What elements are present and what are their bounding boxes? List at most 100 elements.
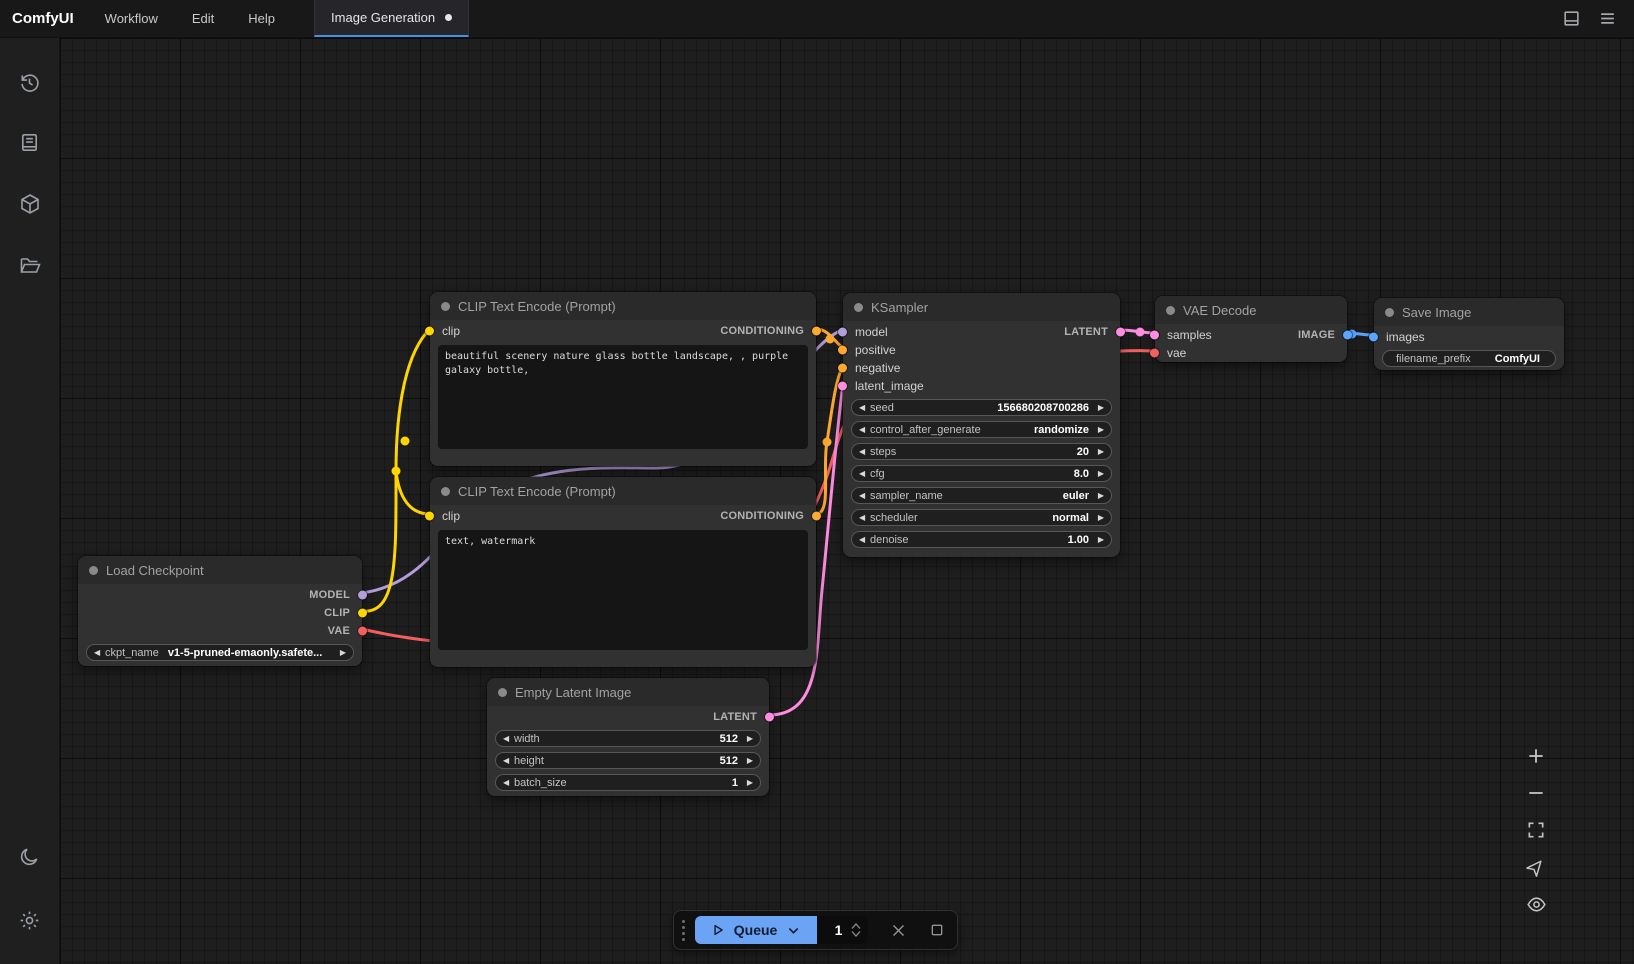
port-conditioning-output[interactable]	[812, 327, 821, 336]
port-image-output[interactable]	[1343, 331, 1352, 340]
slot-row: clip CONDITIONING	[430, 507, 816, 525]
decrement-arrow-icon[interactable]: ◀	[503, 757, 514, 765]
menu-workflow[interactable]: Workflow	[88, 0, 175, 37]
input-label: positive	[855, 343, 896, 357]
port-positive-input[interactable]	[838, 346, 847, 355]
decrement-arrow-icon[interactable]: ◀	[859, 404, 870, 412]
widget-height[interactable]: ◀ height 512 ▶	[495, 752, 761, 769]
decrement-arrow-icon[interactable]: ◀	[859, 448, 870, 456]
slot-row: samples IMAGE	[1155, 326, 1347, 344]
increment-arrow-icon[interactable]: ▶	[742, 779, 753, 787]
slot-row: LATENT	[487, 708, 769, 726]
node-clip-text-encode-positive: CLIP Text Encode (Prompt) clip CONDITION…	[430, 292, 816, 466]
menu-edit[interactable]: Edit	[175, 0, 231, 37]
stop-square-icon[interactable]	[929, 922, 945, 938]
workflows-folder-icon[interactable]	[0, 240, 60, 292]
queue-history-icon[interactable]	[0, 56, 60, 108]
stepper-up-icon[interactable]	[850, 922, 862, 930]
increment-arrow-icon[interactable]: ▶	[1093, 404, 1104, 412]
clear-queue-x-icon[interactable]	[890, 922, 907, 939]
node-title: Empty Latent Image	[515, 685, 631, 700]
node-vae-decode: VAE Decode samples IMAGE vae	[1155, 296, 1347, 362]
port-clip-input[interactable]	[425, 512, 434, 521]
settings-gear-icon[interactable]	[0, 894, 60, 946]
widget-control-after-generate[interactable]: ◀ control_after_generate randomize ▶	[851, 421, 1112, 438]
widget-batch-size[interactable]: ◀ batch_size 1 ▶	[495, 774, 761, 791]
node-library-icon[interactable]	[0, 116, 60, 168]
pan-navigation-icon[interactable]	[1524, 855, 1548, 879]
menu-help[interactable]: Help	[231, 0, 292, 37]
increment-arrow-icon[interactable]: ▶	[742, 735, 753, 743]
port-vae-input[interactable]	[1150, 349, 1159, 358]
stepper-down-icon[interactable]	[850, 930, 862, 938]
widget-steps[interactable]: ◀ steps 20 ▶	[851, 443, 1112, 460]
theme-toggle-moon-icon[interactable]	[0, 830, 60, 882]
node-title: Load Checkpoint	[106, 563, 204, 578]
widget-cfg[interactable]: ◀ cfg 8.0 ▶	[851, 465, 1112, 482]
widget-scheduler[interactable]: ◀ scheduler normal ▶	[851, 509, 1112, 526]
bottom-panel-toggle-icon[interactable]	[1558, 6, 1584, 32]
widget-value: 8.0	[1074, 468, 1089, 480]
decrement-arrow-icon[interactable]: ◀	[859, 470, 870, 478]
increment-arrow-icon[interactable]: ▶	[1093, 492, 1104, 500]
port-latent-image-input[interactable]	[838, 382, 847, 391]
increment-arrow-icon[interactable]: ▶	[1093, 448, 1104, 456]
decrement-arrow-icon[interactable]: ◀	[859, 426, 870, 434]
menubar: ComfyUI Workflow Edit Help Image Generat…	[0, 0, 1634, 38]
port-latent-output[interactable]	[1116, 328, 1125, 337]
node-header[interactable]: Load Checkpoint	[78, 556, 362, 584]
fit-view-icon[interactable]	[1524, 818, 1548, 842]
widget-width[interactable]: ◀ width 512 ▶	[495, 730, 761, 747]
node-header[interactable]: Save Image	[1374, 298, 1564, 326]
node-header[interactable]: CLIP Text Encode (Prompt)	[430, 292, 816, 320]
port-latent-output[interactable]	[765, 713, 774, 722]
zoom-out-icon[interactable]	[1524, 781, 1548, 805]
output-label: LATENT	[1064, 326, 1108, 338]
decrement-arrow-icon[interactable]: ◀	[503, 735, 514, 743]
widget-seed[interactable]: ◀ seed 156680208700286 ▶	[851, 399, 1112, 416]
decrement-arrow-icon[interactable]: ◀	[503, 779, 514, 787]
increment-arrow-icon[interactable]: ▶	[1093, 470, 1104, 478]
node-header[interactable]: VAE Decode	[1155, 296, 1347, 324]
hamburger-menu-icon[interactable]	[1594, 6, 1620, 32]
increment-arrow-icon[interactable]: ▶	[1093, 514, 1104, 522]
port-clip-input[interactable]	[425, 327, 434, 336]
tab-image-generation[interactable]: Image Generation	[314, 0, 469, 37]
widget-filename-prefix[interactable]: filename_prefix ComfyUI	[1382, 350, 1556, 367]
widget-value: 1.00	[1068, 534, 1089, 546]
port-model-output[interactable]	[358, 591, 367, 600]
port-samples-input[interactable]	[1150, 331, 1159, 340]
zoom-in-icon[interactable]	[1524, 744, 1548, 768]
port-conditioning-output[interactable]	[812, 512, 821, 521]
decrement-arrow-icon[interactable]: ◀	[94, 649, 105, 657]
decrement-arrow-icon[interactable]: ◀	[859, 514, 870, 522]
port-vae-output[interactable]	[358, 627, 367, 636]
increment-arrow-icon[interactable]: ▶	[1093, 536, 1104, 544]
decrement-arrow-icon[interactable]: ◀	[859, 536, 870, 544]
port-clip-output[interactable]	[358, 609, 367, 618]
negative-prompt-textarea[interactable]: text, watermark	[438, 530, 808, 650]
chevron-down-icon[interactable]	[786, 923, 801, 938]
node-status-dot-icon	[441, 302, 450, 311]
widget-sampler-name[interactable]: ◀ sampler_name euler ▶	[851, 487, 1112, 504]
input-label: model	[855, 325, 888, 339]
port-model-input[interactable]	[838, 328, 847, 337]
increment-arrow-icon[interactable]: ▶	[335, 649, 346, 657]
toggle-link-visibility-eye-icon[interactable]	[1524, 892, 1548, 916]
widget-denoise[interactable]: ◀ denoise 1.00 ▶	[851, 531, 1112, 548]
model-library-icon[interactable]	[0, 178, 60, 230]
node-status-dot-icon	[1166, 306, 1175, 315]
node-header[interactable]: Empty Latent Image	[487, 678, 769, 706]
widget-ckpt-name[interactable]: ◀ ckpt_name v1-5-pruned-emaonly.safete..…	[86, 644, 354, 661]
increment-arrow-icon[interactable]: ▶	[1093, 426, 1104, 434]
node-header[interactable]: KSampler	[843, 293, 1120, 321]
port-images-input[interactable]	[1369, 333, 1378, 342]
queue-button[interactable]: Queue	[695, 916, 817, 944]
batch-count-input[interactable]: 1	[817, 916, 868, 944]
drag-handle-icon[interactable]	[682, 920, 685, 941]
decrement-arrow-icon[interactable]: ◀	[859, 492, 870, 500]
port-negative-input[interactable]	[838, 364, 847, 373]
positive-prompt-textarea[interactable]: beautiful scenery nature glass bottle la…	[438, 345, 808, 449]
increment-arrow-icon[interactable]: ▶	[742, 757, 753, 765]
node-header[interactable]: CLIP Text Encode (Prompt)	[430, 477, 816, 505]
